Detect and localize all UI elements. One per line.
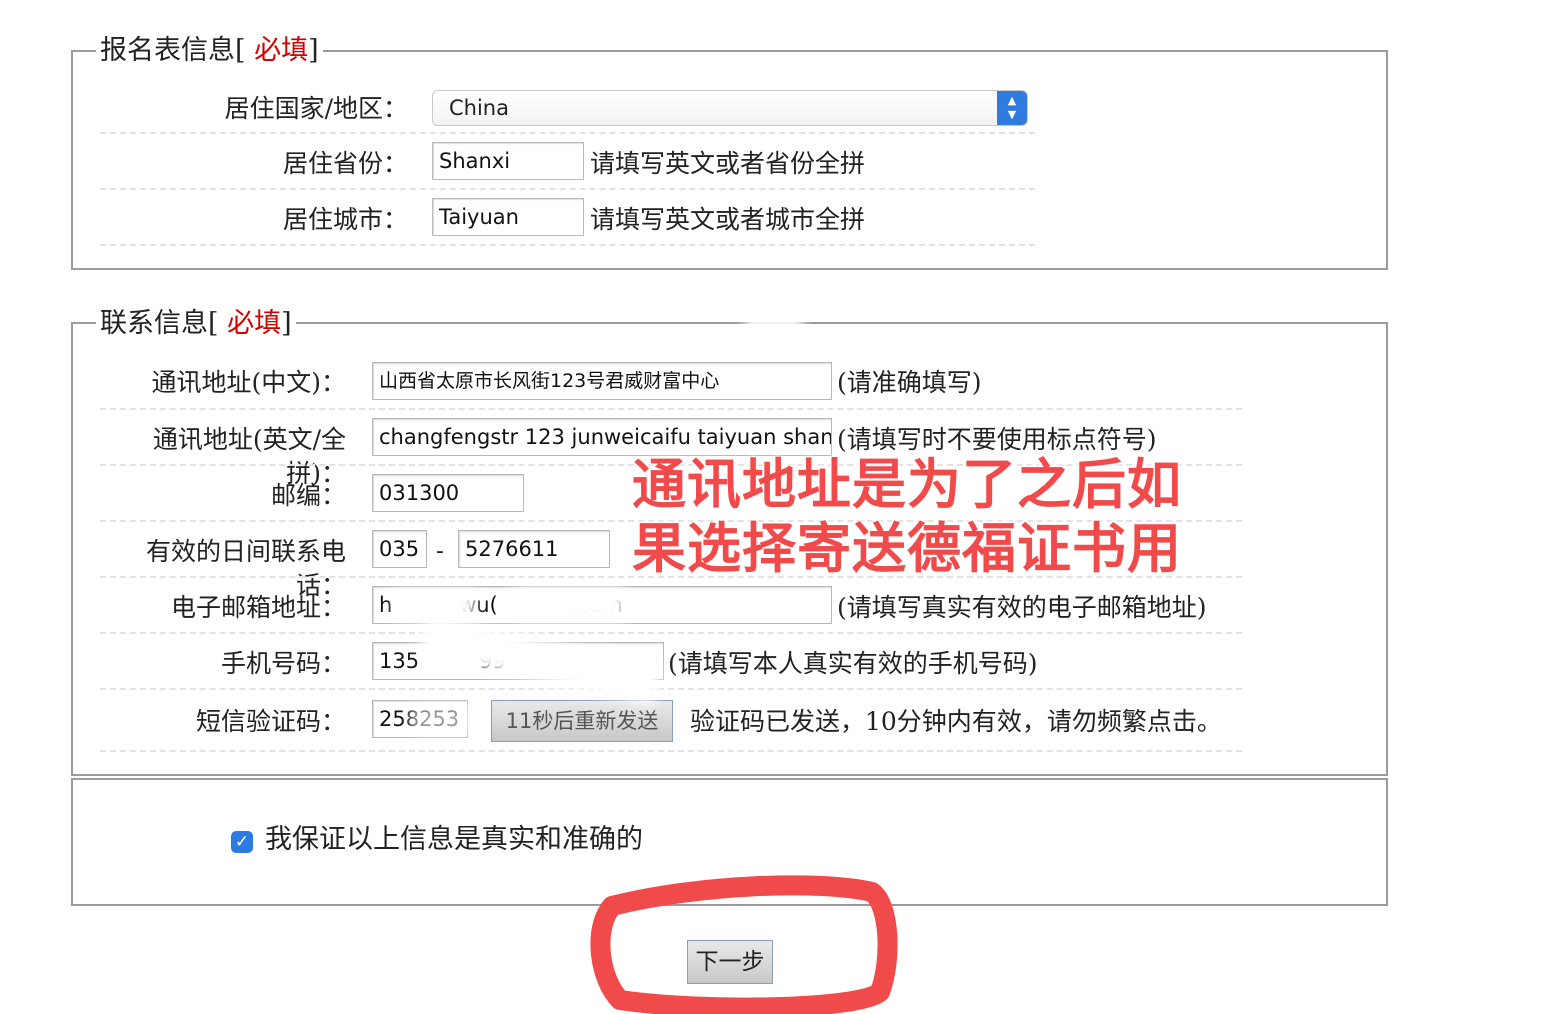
red-circle-annotation xyxy=(590,875,898,1014)
